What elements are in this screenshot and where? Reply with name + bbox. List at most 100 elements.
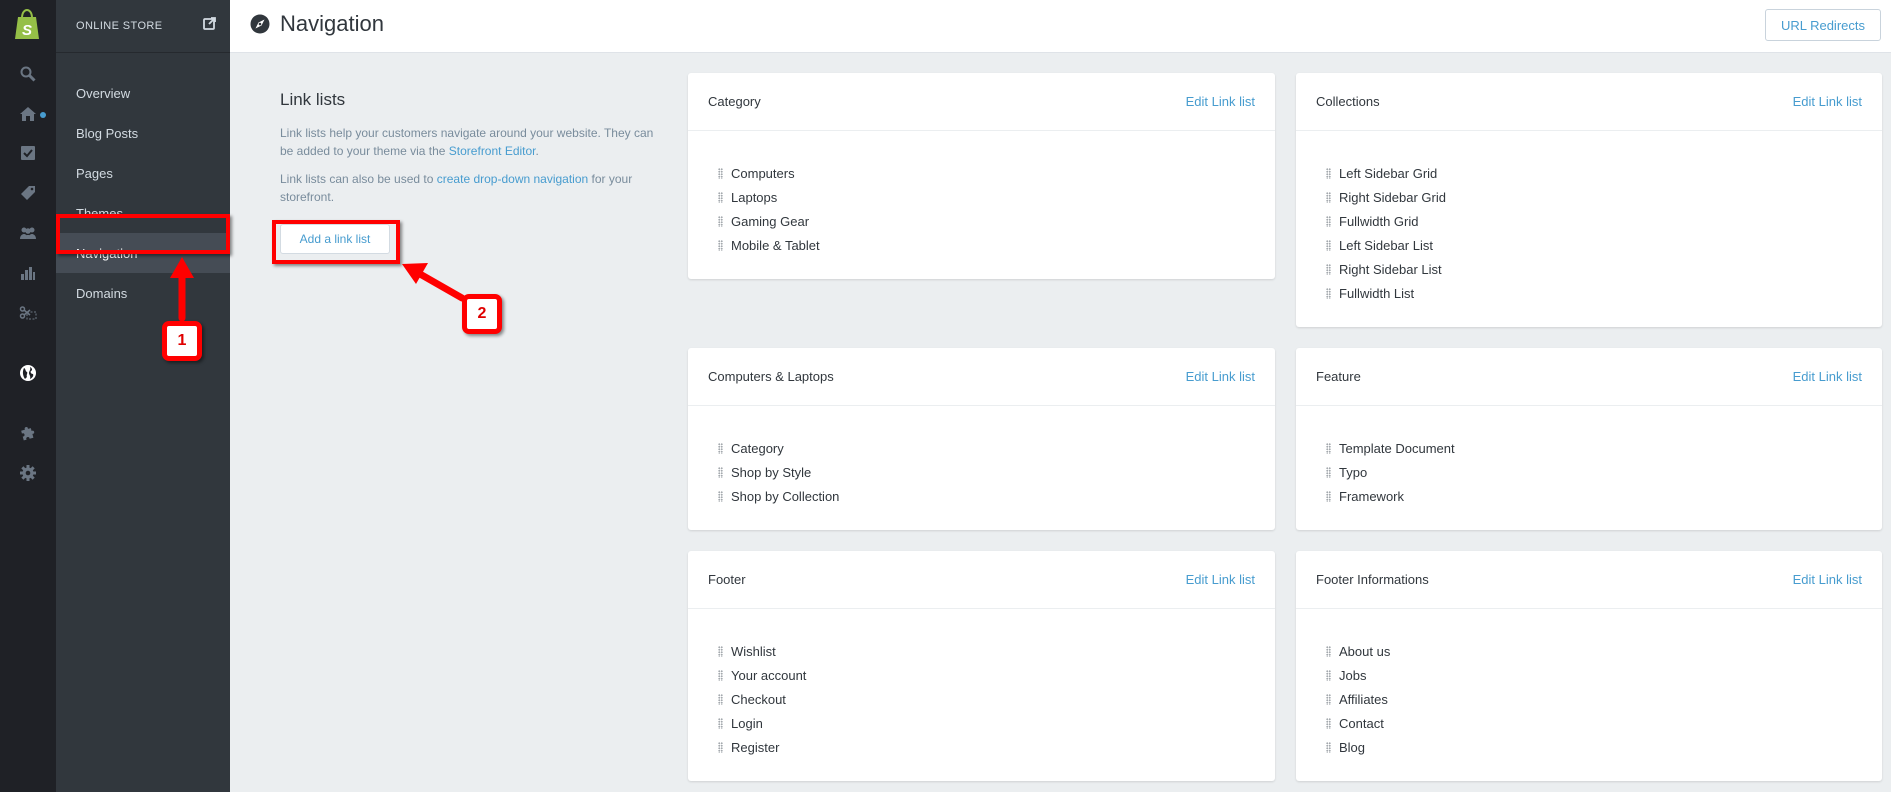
list-item[interactable]: Left Sidebar List [1326,233,1862,257]
intro-paragraph-2: Link lists can also be used to create dr… [280,170,660,206]
link-label: Shop by Collection [731,488,840,504]
list-item[interactable]: Your account [718,663,1255,687]
drag-handle-icon[interactable] [718,717,723,729]
list-item[interactable]: Shop by Collection [718,484,1255,508]
drag-handle-icon[interactable] [1326,717,1331,729]
subnav-item-pages[interactable]: Pages [56,153,230,193]
reports-icon[interactable] [0,261,56,285]
drag-handle-icon[interactable] [1326,490,1331,502]
edit-link-list-link[interactable]: Edit Link list [1793,572,1862,587]
drag-handle-icon[interactable] [1326,215,1331,227]
link-list: About us Jobs Affiliates Contact Blog [1296,609,1882,779]
edit-link-list-link[interactable]: Edit Link list [1186,94,1255,109]
link-list-card: Collections Edit Link list Left Sidebar … [1296,73,1882,327]
list-item[interactable]: Wishlist [718,639,1255,663]
search-icon[interactable] [0,62,56,86]
list-item[interactable]: Right Sidebar Grid [1326,185,1862,209]
drag-handle-icon[interactable] [718,490,723,502]
list-item[interactable]: Category [718,436,1255,460]
card-title: Footer Informations [1316,572,1429,587]
annotation-arrow-2 [402,263,466,302]
drag-handle-icon[interactable] [718,167,723,179]
list-item[interactable]: Laptops [718,185,1255,209]
drag-handle-icon[interactable] [718,442,723,454]
drag-handle-icon[interactable] [1326,287,1331,299]
link-label: Right Sidebar List [1339,261,1442,277]
customers-icon[interactable] [0,221,56,245]
link-label: About us [1339,643,1391,659]
discounts-icon[interactable] [0,301,56,325]
card-header: Computers & Laptops Edit Link list [688,348,1275,406]
intro-text: Link lists can also be used to [280,172,434,186]
drag-handle-icon[interactable] [1326,239,1331,251]
url-redirects-button[interactable]: URL Redirects [1764,9,1881,41]
apps-puzzle-icon[interactable] [0,421,56,445]
subnav-item-blog-posts[interactable]: Blog Posts [56,113,230,153]
list-item[interactable]: Shop by Style [718,460,1255,484]
list-item[interactable]: Register [718,735,1255,759]
list-item[interactable]: Computers [718,161,1255,185]
section-heading: Link lists [280,90,346,109]
list-item[interactable]: Framework [1326,484,1862,508]
list-item[interactable]: Blog [1326,735,1862,759]
drag-handle-icon[interactable] [1326,191,1331,203]
drag-handle-icon[interactable] [1326,645,1331,657]
drag-handle-icon[interactable] [718,191,723,203]
drag-handle-icon[interactable] [718,669,723,681]
drag-handle-icon[interactable] [1326,167,1331,179]
edit-link-list-link[interactable]: Edit Link list [1793,369,1862,384]
external-link-icon[interactable] [203,17,216,35]
link-label: Typo [1339,464,1368,480]
list-item[interactable]: Jobs [1326,663,1862,687]
drag-handle-icon[interactable] [718,741,723,753]
link-label: Register [731,739,780,755]
list-item[interactable]: Fullwidth Grid [1326,209,1862,233]
online-store-globe-icon[interactable] [0,361,56,385]
list-item[interactable]: Contact [1326,711,1862,735]
drag-handle-icon[interactable] [1326,669,1331,681]
drag-handle-icon[interactable] [1326,693,1331,705]
drag-handle-icon[interactable] [718,645,723,657]
svg-text:S: S [22,22,32,39]
edit-link-list-link[interactable]: Edit Link list [1186,572,1255,587]
subnav-item-domains[interactable]: Domains [56,273,230,313]
card-header: Category Edit Link list [688,73,1275,131]
edit-link-list-link[interactable]: Edit Link list [1793,94,1862,109]
link-label: Login [731,715,763,731]
drag-handle-icon[interactable] [718,466,723,478]
annotation-badge-1: 1 [162,321,202,361]
storefront-editor-link[interactable]: Storefront Editor [449,144,536,158]
drag-handle-icon[interactable] [1326,442,1331,454]
list-item[interactable]: Typo [1326,460,1862,484]
drag-handle-icon[interactable] [1326,741,1331,753]
list-item[interactable]: Right Sidebar List [1326,257,1862,281]
list-item[interactable]: Affiliates [1326,687,1862,711]
drag-handle-icon[interactable] [718,239,723,251]
list-item[interactable]: Login [718,711,1255,735]
list-item[interactable]: Fullwidth List [1326,281,1862,305]
drag-handle-icon[interactable] [1326,466,1331,478]
dropdown-navigation-link[interactable]: create drop-down navigation [437,172,588,186]
shopify-logo-icon[interactable]: S [13,8,41,46]
notification-dot [40,112,46,118]
list-item[interactable]: About us [1326,639,1862,663]
link-label: Blog [1339,739,1366,755]
drag-handle-icon[interactable] [718,693,723,705]
list-item[interactable]: Mobile & Tablet [718,233,1255,257]
settings-gear-icon[interactable] [0,461,56,485]
list-item[interactable]: Left Sidebar Grid [1326,161,1862,185]
annotation-highlight-add-button [272,220,400,264]
drag-handle-icon[interactable] [1326,263,1331,275]
products-tag-icon[interactable] [0,181,56,205]
page-header: Navigation URL Redirects [230,0,1891,53]
nav-label: Pages [76,165,113,181]
home-icon[interactable] [0,102,56,126]
drag-handle-icon[interactable] [718,215,723,227]
list-item[interactable]: Gaming Gear [718,209,1255,233]
list-item[interactable]: Checkout [718,687,1255,711]
subnav-item-overview[interactable]: Overview [56,73,230,113]
icon-rail: S [0,0,56,792]
list-item[interactable]: Template Document [1326,436,1862,460]
orders-icon[interactable] [0,141,56,165]
edit-link-list-link[interactable]: Edit Link list [1186,369,1255,384]
